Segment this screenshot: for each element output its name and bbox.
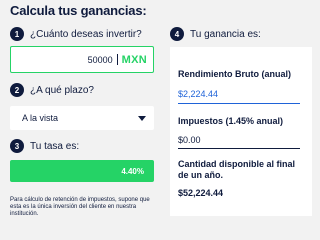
step-2-label: ¿A qué plazo? xyxy=(30,84,94,96)
term-select-value: A la vista xyxy=(22,113,59,123)
step-1: 1 ¿Cuánto deseas invertir? xyxy=(10,27,142,41)
available-amount-label: Cantidad disponible al final de un año. xyxy=(178,159,296,180)
step-4-label: Tu ganancia es: xyxy=(190,28,261,40)
rate-value: 4.40% xyxy=(121,166,144,176)
text-cursor xyxy=(116,54,118,65)
taxes-value: $0.00 xyxy=(178,135,201,145)
term-select[interactable]: A la vista xyxy=(10,106,154,130)
taxes-divider xyxy=(178,148,300,149)
step-4: 4 Tu ganancia es: xyxy=(170,27,261,41)
caret-down-icon[interactable] xyxy=(138,115,146,121)
step-number-1: 1 xyxy=(10,27,24,41)
step-2: 2 ¿A qué plazo? xyxy=(10,83,94,97)
gross-yield-label: Rendimiento Bruto (anual) xyxy=(178,69,291,79)
taxes-label: Impuestos (1.45% anual) xyxy=(178,116,284,126)
gross-yield-divider xyxy=(178,103,300,104)
step-number-4: 4 xyxy=(170,27,184,41)
page-title: Calcula tus ganancias: xyxy=(10,3,147,18)
rate-display: 4.40% xyxy=(10,160,154,182)
step-1-label: ¿Cuánto deseas invertir? xyxy=(30,28,142,40)
step-number-3: 3 xyxy=(10,139,24,153)
available-amount-value: $52,224.44 xyxy=(178,188,224,198)
results-panel: Rendimiento Bruto (anual) $2,224.44 Impu… xyxy=(170,47,312,216)
investment-amount-value[interactable]: 50000 xyxy=(88,55,113,65)
investment-amount-input[interactable]: 50000 MXN xyxy=(10,46,154,73)
currency-label: MXN xyxy=(121,53,147,66)
tax-disclaimer: Para cálculo de retención de impuestos, … xyxy=(10,197,150,217)
step-3-label: Tu tasa es: xyxy=(30,140,80,152)
step-3: 3 Tu tasa es: xyxy=(10,139,79,153)
step-number-2: 2 xyxy=(10,83,24,97)
gross-yield-value: $2,224.44 xyxy=(178,89,219,99)
